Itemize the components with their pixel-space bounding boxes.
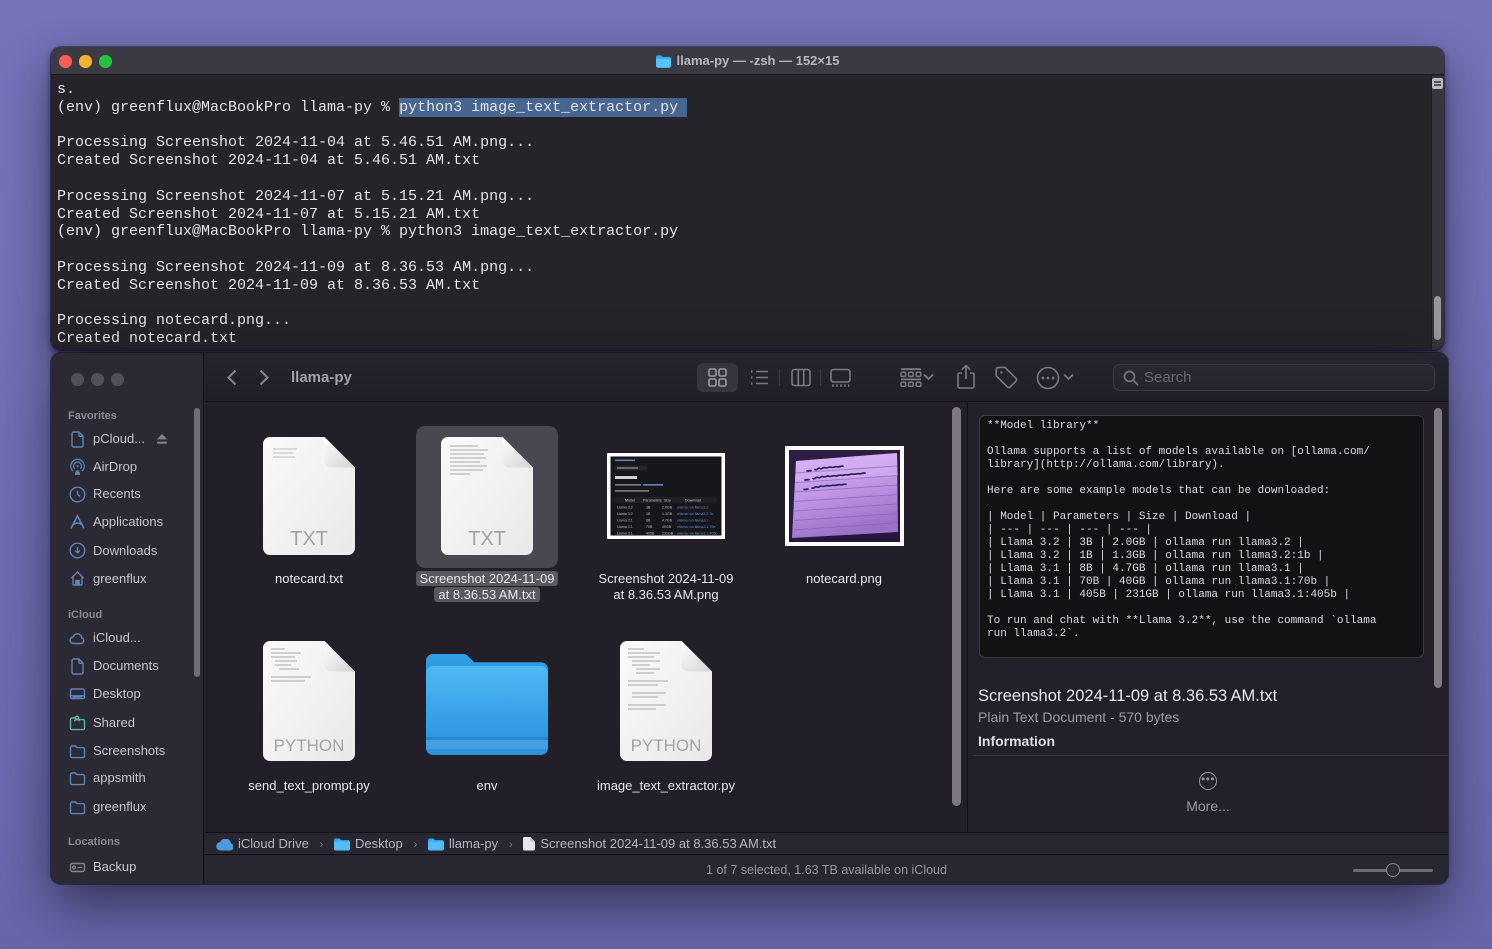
svg-text:TXT: TXT	[290, 528, 328, 550]
svg-text:8B: 8B	[646, 519, 651, 523]
svg-text:ollama run llama3.2:1b: ollama run llama3.2:1b	[677, 512, 713, 516]
svg-text:TXT: TXT	[468, 528, 506, 550]
svg-text:ollama run llama3.1:70b: ollama run llama3.1:70b	[677, 525, 715, 529]
svg-text:Llama 3.2: Llama 3.2	[617, 512, 633, 516]
svg-text:1.3GB: 1.3GB	[662, 512, 673, 516]
svg-text:70B: 70B	[646, 525, 653, 529]
svg-text:4.7GB: 4.7GB	[662, 519, 673, 523]
svg-text:ollama run llama3.1: ollama run llama3.1	[677, 519, 708, 523]
svg-text:ollama run llama3.2: ollama run llama3.2	[677, 506, 708, 510]
svg-text:3B: 3B	[646, 506, 651, 510]
svg-text:Download: Download	[685, 499, 701, 503]
svg-text:Model: Model	[625, 499, 635, 503]
svg-text:405B: 405B	[646, 532, 655, 536]
svg-text:Parameters: Parameters	[643, 499, 662, 503]
svg-text:1B: 1B	[646, 512, 651, 516]
svg-text:40GB: 40GB	[662, 525, 672, 529]
svg-text:231GB: 231GB	[662, 532, 674, 536]
svg-text:2.0GB: 2.0GB	[662, 506, 673, 510]
svg-text:ollama run llama3.1:405b: ollama run llama3.1:405b	[677, 532, 717, 536]
svg-text:Size: Size	[664, 499, 671, 503]
svg-text:Llama 3.1: Llama 3.1	[617, 519, 633, 523]
svg-text:Llama 3.1: Llama 3.1	[617, 525, 633, 529]
svg-text:PYTHON: PYTHON	[631, 736, 702, 755]
svg-text:PYTHON: PYTHON	[274, 736, 345, 755]
svg-text:Llama 3.2: Llama 3.2	[617, 506, 633, 510]
svg-text:Llama 3.1: Llama 3.1	[617, 532, 633, 536]
